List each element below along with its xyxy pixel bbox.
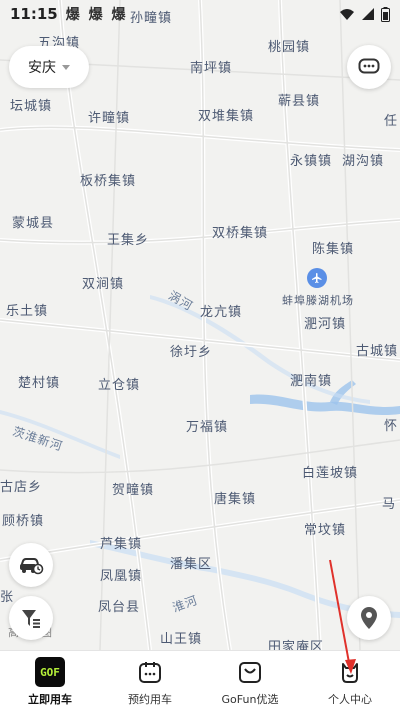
map-label: 蒙城县 bbox=[12, 216, 55, 231]
map-label: 古城镇 bbox=[356, 344, 399, 359]
nav-label: 立即用车 bbox=[28, 693, 72, 706]
nav-item-reserve[interactable]: 预约用车 bbox=[100, 651, 200, 710]
map-label: 桃园镇 bbox=[268, 40, 311, 55]
car-clock-icon bbox=[20, 558, 44, 575]
map-label: 顾桥镇 bbox=[2, 514, 45, 529]
map-label: 徐圩乡 bbox=[170, 345, 213, 360]
map-label: 许疃镇 bbox=[88, 111, 131, 126]
status-right bbox=[339, 6, 390, 22]
map-label: 楚村镇 bbox=[18, 376, 61, 391]
map-label: 乐土镇 bbox=[6, 304, 49, 319]
nav-item-gofun-select[interactable]: GoFun优选 bbox=[200, 651, 300, 710]
map-label: 王集乡 bbox=[107, 233, 150, 248]
nav-label: 预约用车 bbox=[128, 693, 172, 706]
map-label: 南坪镇 bbox=[190, 61, 233, 76]
map-label: 龙亢镇 bbox=[200, 305, 243, 320]
map-label: 永镇镇 bbox=[290, 154, 333, 169]
wifi-icon bbox=[340, 9, 354, 20]
map-label: 马 bbox=[382, 497, 397, 512]
signal-icon bbox=[362, 8, 374, 20]
map-label: 湖沟镇 bbox=[342, 154, 385, 169]
chat-bubble-icon bbox=[358, 58, 380, 74]
filter-button[interactable] bbox=[9, 596, 53, 640]
location-pin-icon bbox=[361, 607, 377, 629]
nav-item-profile[interactable]: 个人中心 bbox=[300, 651, 400, 710]
map-label: 双堆集镇 bbox=[198, 109, 255, 124]
map-label: 板桥集镇 bbox=[80, 174, 137, 189]
map-label: 凤台县 bbox=[98, 600, 141, 615]
map-label: 坛城镇 bbox=[10, 99, 53, 114]
gofun-logo-icon: GOF bbox=[35, 657, 65, 687]
map-label: 怀 bbox=[384, 419, 399, 434]
map-label: 山王镇 bbox=[160, 632, 203, 647]
map-label: 白莲坡镇 bbox=[302, 466, 359, 481]
city-name: 安庆 bbox=[28, 60, 56, 76]
map-label: 蕲县镇 bbox=[278, 94, 321, 109]
map-label: 芦集镇 bbox=[100, 537, 143, 552]
status-time: 11:15 bbox=[10, 5, 58, 23]
chevron-down-icon bbox=[62, 64, 70, 70]
map-label: 常坟镇 bbox=[304, 523, 347, 538]
map-label-airport: 蚌埠滕湖机场 bbox=[282, 294, 354, 307]
map-label: 张 bbox=[0, 590, 15, 605]
map-label: 淝河镇 bbox=[304, 317, 347, 332]
map-label: 潘集区 bbox=[170, 557, 213, 572]
shopping-bag-icon bbox=[239, 662, 261, 683]
calendar-icon bbox=[139, 662, 161, 683]
map-label: 古店乡 bbox=[0, 480, 43, 495]
car-history-button[interactable] bbox=[9, 543, 53, 587]
map-label: 双涧镇 bbox=[82, 277, 125, 292]
bottom-nav: GOF 立即用车 预约用车 GoFun优选 个人中心 bbox=[0, 650, 400, 710]
nav-label: 个人中心 bbox=[328, 693, 372, 706]
map-label: 陈集镇 bbox=[312, 242, 355, 257]
nav-icon-wrap: GOF bbox=[35, 657, 65, 687]
map-label: 双桥集镇 bbox=[212, 226, 269, 241]
battery-icon bbox=[381, 6, 390, 22]
message-button[interactable] bbox=[347, 45, 391, 89]
map-label: 凤凰镇 bbox=[100, 569, 143, 584]
filter-icon bbox=[22, 610, 40, 628]
map-label: 淝南镇 bbox=[290, 374, 333, 389]
city-selector[interactable]: 安庆 bbox=[9, 46, 89, 88]
map-label: 万福镇 bbox=[186, 420, 229, 435]
map-label: 立仓镇 bbox=[98, 378, 141, 393]
nav-icon-wrap bbox=[235, 657, 265, 687]
locate-button[interactable] bbox=[347, 596, 391, 640]
status-bar: 11:15 爆 爆 爆 bbox=[0, 0, 400, 28]
nav-icon-wrap bbox=[135, 657, 165, 687]
nav-item-instant-rent[interactable]: GOF 立即用车 bbox=[0, 651, 100, 710]
airport-marker-icon bbox=[307, 268, 327, 288]
nav-label: GoFun优选 bbox=[221, 693, 279, 706]
map-label: 贺疃镇 bbox=[112, 483, 155, 498]
map-label: 田家庵区 bbox=[268, 640, 325, 650]
map-label: 唐集镇 bbox=[214, 492, 257, 507]
profile-icon bbox=[342, 663, 358, 683]
airplane-icon bbox=[312, 273, 322, 283]
nav-icon-wrap bbox=[335, 657, 365, 687]
map-view[interactable]: 孙疃镇 五沟镇 桃园镇 南坪镇 坛城镇 许疃镇 双堆集镇 蕲县镇 任 永镇镇 湖… bbox=[0, 0, 400, 650]
notification-icons: 爆 爆 爆 bbox=[65, 7, 128, 23]
map-label: 任 bbox=[384, 114, 399, 129]
